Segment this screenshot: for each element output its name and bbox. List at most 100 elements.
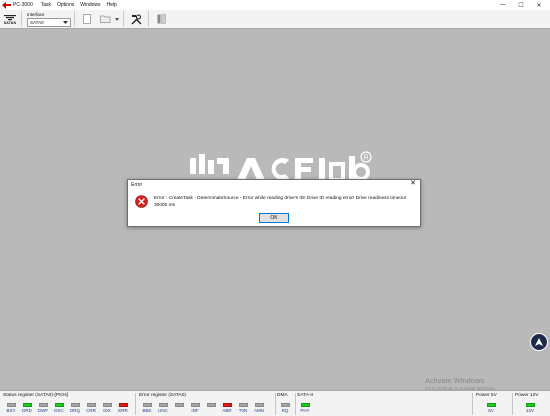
led-lamp [280, 403, 290, 407]
power5-title: Power 5V [476, 393, 497, 398]
status-separator [135, 393, 136, 415]
led-lamp [6, 403, 16, 407]
interface-select[interactable]: SATA0 [27, 17, 71, 27]
open-task-button[interactable] [98, 12, 112, 26]
led-label: T0N [238, 408, 248, 413]
dma-leds: RQ [277, 400, 293, 413]
tools-button[interactable] [129, 12, 143, 26]
dropdown-arrow[interactable] [114, 12, 120, 26]
led-label: AMN [254, 408, 264, 413]
satan-logo: SATAN [2, 10, 18, 28]
interface-group: Interface SATA0 [27, 12, 71, 27]
panel-icon [157, 14, 166, 24]
chevron-down-icon [63, 20, 68, 24]
error-register-group: Error register (SATA0) BBK UNC INF ABR T0N AM… [139, 393, 267, 415]
error-register-title: Error register (SATA0) [139, 393, 186, 398]
led-lamp [174, 403, 184, 407]
led-lamp [70, 403, 80, 407]
power12-group: Power 12V 12V [515, 393, 538, 415]
led-indicator [203, 403, 219, 413]
new-task-button[interactable] [80, 12, 94, 26]
led-label: INF [191, 408, 199, 413]
led-indicator: BBK [139, 403, 155, 413]
led-lamp [190, 403, 200, 407]
led-indicator: UNC [155, 403, 171, 413]
led-lamp [300, 403, 310, 407]
led-indicator: CRR [83, 403, 99, 413]
dialog-title: Error [131, 182, 143, 188]
led-lamp [222, 403, 232, 407]
led-label: UNC [158, 408, 168, 413]
led-lamp [38, 403, 48, 407]
led-label: DWF [37, 408, 49, 413]
led-indicator: DSC [51, 403, 67, 413]
menu-task[interactable]: Task [41, 2, 51, 8]
app-title: PC-3000 [13, 2, 33, 8]
led-indicator: T0N [235, 403, 251, 413]
led-indicator: 12V [522, 403, 538, 413]
dma-title: DMA [277, 393, 288, 398]
led-lamp [158, 403, 168, 407]
maximize-button[interactable]: ☐ [512, 0, 530, 10]
menu-windows[interactable]: Windows [80, 2, 100, 8]
document-icon [83, 14, 91, 24]
tools-icon [131, 13, 141, 24]
interface-value: SATA0 [30, 19, 44, 25]
led-indicator: ERR [115, 403, 131, 413]
led-lamp [206, 403, 216, 407]
dialog-close-button[interactable]: ✕ [409, 180, 417, 188]
led-indicator: ABR [219, 403, 235, 413]
led-label: ERR [118, 408, 128, 413]
power12-title: Power 12V [515, 393, 539, 398]
toolbar-separator [74, 11, 75, 27]
status-separator [275, 393, 276, 415]
minimize-button[interactable]: — [494, 0, 512, 10]
power5-group: Power 5V 5V [476, 393, 499, 415]
title-bar: PC-3000 Task Options Windows Help — ☐ ✕ [0, 0, 550, 10]
led-lamp [525, 403, 535, 407]
ok-button[interactable]: OK [259, 213, 289, 223]
menu-help[interactable]: Help [107, 2, 117, 8]
dialog-message: Error : CreateTask - DeterminateSource -… [154, 196, 407, 208]
svg-text:R: R [363, 155, 368, 162]
logo-text: SATAN [3, 20, 17, 25]
led-indicator: RQ [277, 403, 293, 413]
led-indicator: IDX [99, 403, 115, 413]
led-label: 5V [488, 408, 494, 413]
led-lamp [118, 403, 128, 407]
window-layout-button[interactable] [154, 12, 168, 26]
led-label: PHY [300, 408, 310, 413]
led-label: IDX [103, 408, 111, 413]
led-label: ABR [222, 408, 232, 413]
status-separator [512, 393, 513, 415]
toolbar: SATAN Interface SATA0 [0, 10, 550, 29]
led-indicator: INF [187, 403, 203, 413]
status-separator [295, 393, 296, 415]
satan-logo-icon [4, 14, 16, 20]
status-register-title: Status register (SATA0)-[PIO4] [3, 393, 69, 398]
error-register-leds: BBK UNC INF ABR T0N AMN [139, 400, 267, 413]
menu-bar: Task Options Windows Help [41, 2, 123, 8]
menu-options[interactable]: Options [57, 2, 74, 8]
toolbar-separator [148, 11, 149, 27]
led-lamp [254, 403, 264, 407]
led-lamp [238, 403, 248, 407]
status-separator [472, 393, 473, 415]
led-label: BBK [142, 408, 152, 413]
folder-open-icon [99, 15, 110, 23]
floating-action-button[interactable] [530, 333, 548, 351]
power5-leds: 5V [483, 400, 499, 413]
led-indicator: DRQ [67, 403, 83, 413]
arrow-up-icon [535, 337, 543, 346]
led-lamp [22, 403, 32, 407]
sata-title: SATA-II [297, 393, 314, 398]
led-indicator [171, 403, 187, 413]
toolbar-separator [123, 11, 124, 27]
close-button[interactable]: ✕ [530, 0, 548, 10]
led-lamp [486, 403, 496, 407]
led-label: RQ [281, 408, 289, 413]
error-icon [135, 195, 148, 208]
led-label: BSY [6, 408, 16, 413]
led-indicator: 5V [483, 403, 499, 413]
led-lamp [142, 403, 152, 407]
